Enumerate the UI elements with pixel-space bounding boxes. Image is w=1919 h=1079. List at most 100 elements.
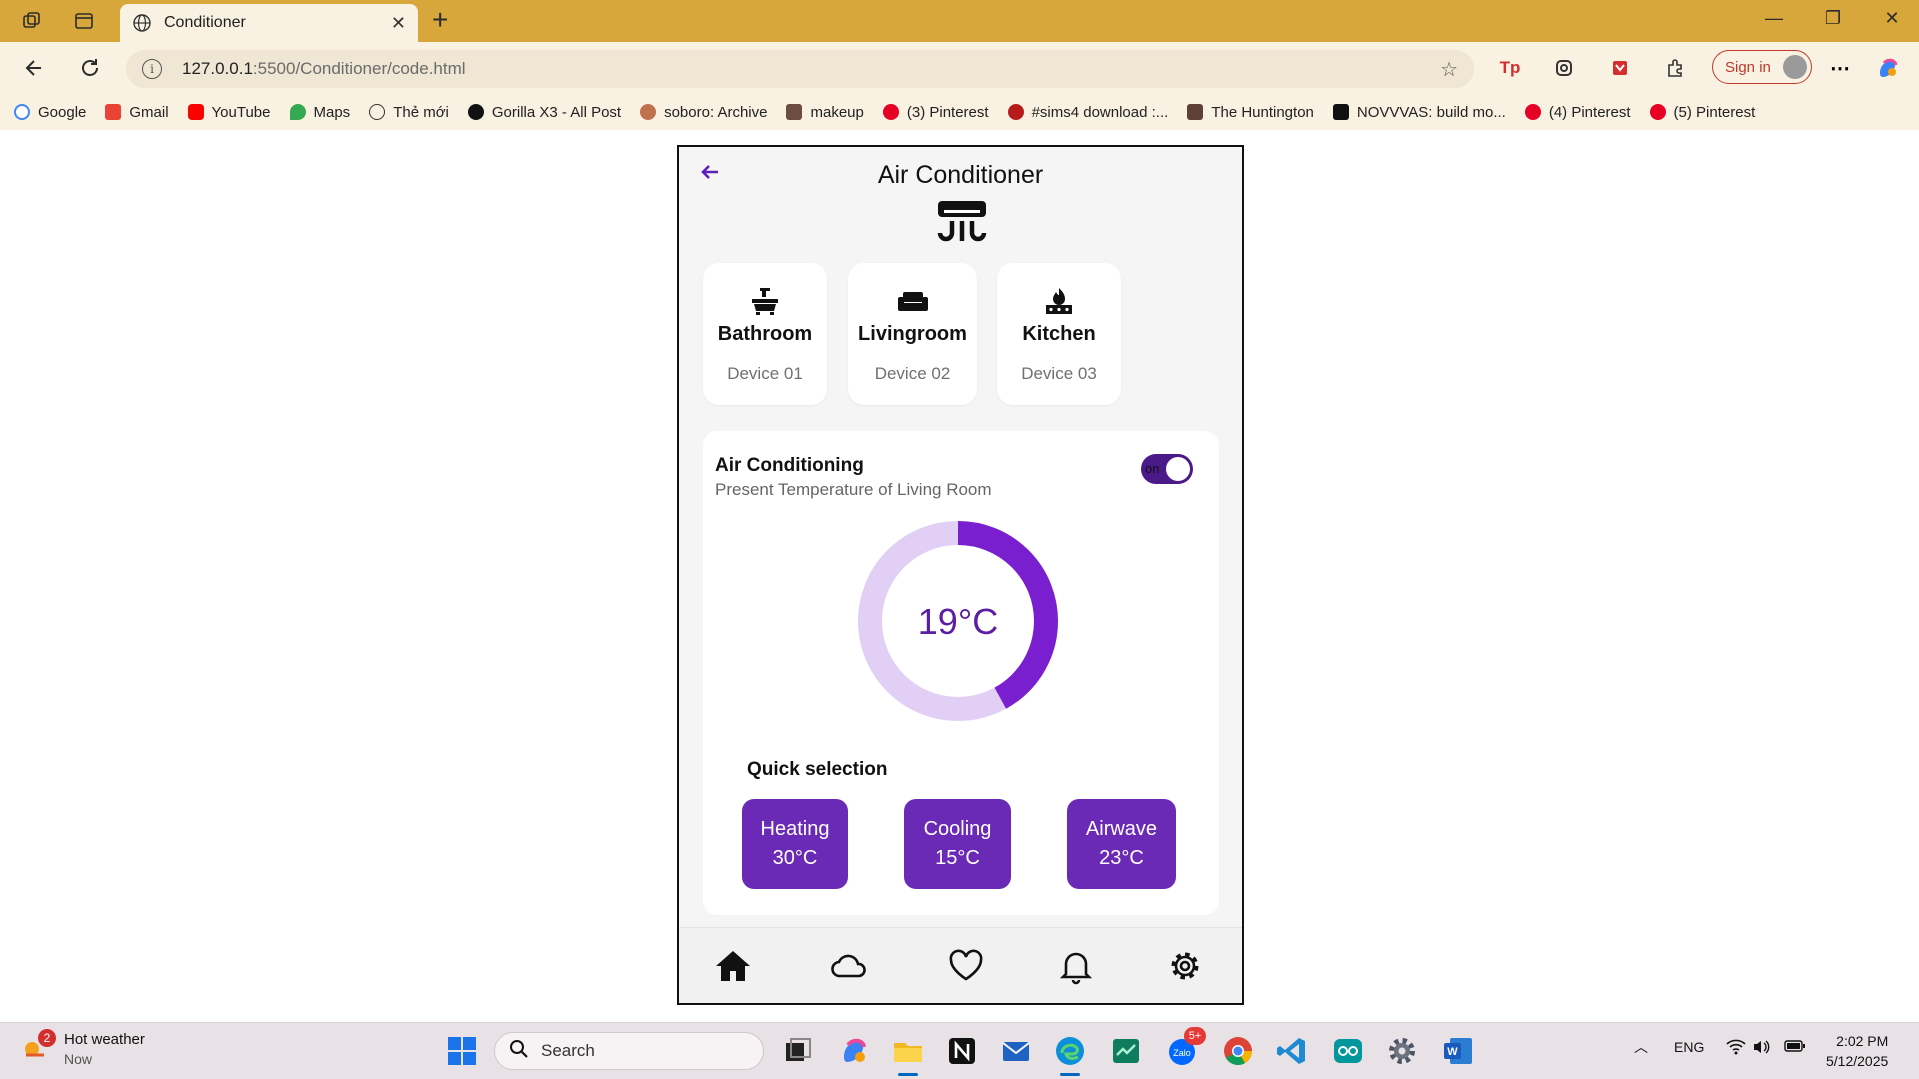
bookmark-sims4[interactable]: #sims4 download :... bbox=[1007, 104, 1168, 121]
clock[interactable]: 2:02 PM 5/12/2025 bbox=[1826, 1031, 1888, 1071]
home-icon[interactable] bbox=[713, 946, 753, 986]
tab-title: Conditioner bbox=[164, 14, 246, 31]
favorite-star-icon[interactable]: ☆ bbox=[1440, 57, 1458, 82]
gear-icon[interactable] bbox=[1165, 946, 1205, 986]
file-explorer-icon[interactable] bbox=[890, 1033, 926, 1076]
bookmark-novvvas[interactable]: NOVVVAS: build mo... bbox=[1332, 104, 1506, 121]
notification-badge: 2 bbox=[38, 1029, 56, 1047]
address-bar[interactable]: i 127.0.0.1:5500/Conditioner/code.html ☆ bbox=[126, 50, 1474, 88]
page-title: Air Conditioner bbox=[877, 161, 1044, 189]
site-info-icon[interactable]: i bbox=[142, 59, 162, 79]
quick-heating-button[interactable]: Heating 30°C bbox=[742, 799, 848, 889]
back-arrow-icon[interactable] bbox=[20, 54, 48, 82]
bookmark-huntington[interactable]: The Huntington bbox=[1187, 104, 1314, 121]
settings-gear-icon[interactable] bbox=[1384, 1033, 1420, 1069]
huntington-icon bbox=[1187, 104, 1204, 120]
bookmark-pinterest-3[interactable]: (3) Pinterest bbox=[882, 104, 989, 121]
bookmark-makeup[interactable]: makeup bbox=[786, 104, 864, 121]
workspaces-icon[interactable] bbox=[18, 8, 46, 34]
bookmark-youtube[interactable]: YouTube bbox=[187, 104, 271, 121]
more-menu-icon[interactable]: ⋯ bbox=[1824, 52, 1856, 84]
task-view-icon[interactable] bbox=[780, 1033, 816, 1069]
tray-chevron-up-icon[interactable]: ︿ bbox=[1634, 1037, 1648, 1057]
bookmark-gmail[interactable]: Gmail bbox=[105, 104, 169, 121]
soboro-icon bbox=[640, 104, 657, 120]
room-card-livingroom[interactable]: Livingroom Device 02 bbox=[848, 263, 977, 405]
activity-monitor-icon[interactable] bbox=[1108, 1033, 1144, 1069]
url-host: 127.0.0.1 bbox=[182, 59, 253, 78]
search-label: Search bbox=[541, 1041, 595, 1060]
quick-mode-label: Cooling bbox=[923, 818, 992, 840]
quick-mode-label: Airwave bbox=[1085, 818, 1158, 840]
power-toggle[interactable]: on bbox=[1141, 454, 1193, 484]
copilot-icon[interactable] bbox=[1872, 52, 1904, 84]
wifi-icon[interactable] bbox=[1726, 1039, 1746, 1058]
close-tab-icon[interactable]: ✕ bbox=[391, 13, 406, 34]
tumblr-icon bbox=[1007, 104, 1024, 120]
quick-cooling-button[interactable]: Cooling 15°C bbox=[904, 799, 1011, 889]
quick-airwave-button[interactable]: Airwave 23°C bbox=[1067, 799, 1176, 889]
copilot-icon[interactable] bbox=[836, 1033, 872, 1069]
url-path: :5500/Conditioner/code.html bbox=[252, 59, 466, 78]
extension-tp-icon[interactable]: Tp bbox=[1494, 52, 1526, 84]
room-device: Device 01 bbox=[727, 364, 803, 383]
heart-icon[interactable] bbox=[946, 946, 986, 986]
room-name: Livingroom bbox=[858, 323, 967, 345]
air-conditioner-app: Air Conditioner Bathroom Device 01 Livin… bbox=[677, 145, 1244, 1005]
windows-taskbar: 2 Hot weather Now Search Zalo 5+ W ︿ ENG… bbox=[0, 1022, 1919, 1079]
bookmark-google[interactable]: Google bbox=[14, 104, 86, 121]
toggle-label: on bbox=[1145, 461, 1160, 476]
panel-subtitle: Present Temperature of Living Room bbox=[715, 480, 992, 499]
bookmark-soboro[interactable]: soboro: Archive bbox=[640, 104, 767, 121]
toggle-knob bbox=[1166, 457, 1190, 481]
browser-titlebar: Conditioner ✕ + — ❐ ✕ bbox=[0, 0, 1919, 42]
zalo-icon[interactable]: Zalo 5+ bbox=[1164, 1027, 1206, 1069]
volume-icon[interactable] bbox=[1752, 1039, 1770, 1058]
word-icon[interactable]: W bbox=[1440, 1033, 1476, 1069]
extensions-puzzle-icon[interactable] bbox=[1660, 52, 1692, 84]
sofa-icon bbox=[897, 292, 928, 311]
bell-icon[interactable] bbox=[1056, 946, 1096, 986]
weather-widget[interactable]: 2 Hot weather Now bbox=[22, 1029, 145, 1067]
room-selector: Bathroom Device 01 Livingroom Device 02 … bbox=[703, 263, 1219, 405]
close-window-button[interactable]: ✕ bbox=[1872, 8, 1912, 29]
avatar bbox=[1783, 55, 1807, 79]
notion-icon[interactable] bbox=[944, 1033, 980, 1069]
gmail-icon bbox=[105, 104, 122, 120]
bookmark-pinterest-4[interactable]: (4) Pinterest bbox=[1524, 104, 1631, 121]
arduino-icon[interactable] bbox=[1330, 1033, 1366, 1069]
taskbar-search[interactable]: Search bbox=[494, 1032, 764, 1070]
svg-text:Zalo: Zalo bbox=[1173, 1048, 1191, 1058]
notion-icon bbox=[1332, 104, 1349, 120]
room-card-bathroom[interactable]: Bathroom Device 01 bbox=[703, 263, 827, 405]
mail-icon[interactable] bbox=[998, 1033, 1034, 1069]
bookmark-new-tab[interactable]: Thẻ mới bbox=[369, 104, 449, 121]
restore-button[interactable]: ❐ bbox=[1813, 8, 1853, 29]
tab-actions-icon[interactable] bbox=[70, 8, 98, 34]
room-card-kitchen[interactable]: Kitchen Device 03 bbox=[997, 263, 1121, 405]
github-icon bbox=[467, 104, 484, 120]
weather-icon: 2 bbox=[22, 1029, 56, 1061]
battery-icon[interactable] bbox=[1784, 1039, 1806, 1056]
refresh-icon[interactable] bbox=[76, 54, 104, 82]
language-indicator[interactable]: ENG bbox=[1674, 1039, 1704, 1055]
extension-link-icon[interactable] bbox=[1548, 52, 1580, 84]
bookmark-pinterest-5[interactable]: (5) Pinterest bbox=[1649, 104, 1755, 121]
minimize-button[interactable]: — bbox=[1754, 8, 1794, 29]
globe-icon bbox=[133, 14, 151, 32]
bookmark-gorilla[interactable]: Gorilla X3 - All Post bbox=[467, 104, 621, 121]
extension-shield-icon[interactable] bbox=[1604, 52, 1636, 84]
temperature-gauge: 19°C bbox=[858, 521, 1058, 721]
browser-navbar: i 127.0.0.1:5500/Conditioner/code.html ☆… bbox=[0, 42, 1919, 94]
cloud-icon[interactable] bbox=[829, 946, 869, 986]
new-tab-button[interactable]: + bbox=[432, 6, 448, 34]
bookmark-maps[interactable]: Maps bbox=[289, 104, 350, 121]
sign-in-button[interactable]: Sign in bbox=[1712, 50, 1812, 84]
edge-browser-icon[interactable] bbox=[1052, 1033, 1088, 1076]
vscode-icon[interactable] bbox=[1274, 1033, 1310, 1069]
temperature-value: 19°C bbox=[917, 601, 999, 642]
browser-tab[interactable]: Conditioner ✕ bbox=[120, 4, 418, 42]
room-name: Bathroom bbox=[717, 323, 813, 345]
chrome-icon[interactable] bbox=[1220, 1033, 1256, 1069]
start-windows-icon[interactable] bbox=[444, 1033, 480, 1069]
